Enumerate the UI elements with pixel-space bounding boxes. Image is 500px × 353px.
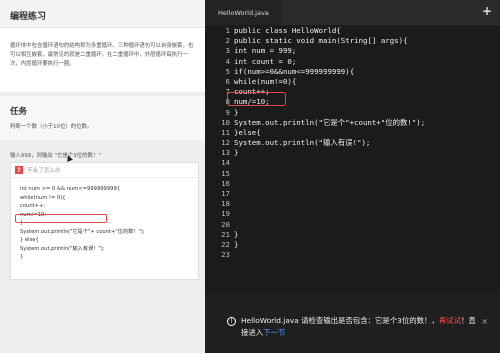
code-lines[interactable]: public class HelloWorld{public static vo… (234, 26, 425, 260)
hint-line: } else{ (20, 237, 39, 243)
line-number: 16 (221, 178, 230, 188)
code-line: if(num>=0&&num<=999999999){ (234, 66, 355, 76)
hint-line: } (20, 254, 24, 260)
task-section: 任务 判断一个数（小于10位）的位数。 输入999，则输出 “它是个3位的数！”… (0, 92, 205, 353)
code-line: public class HelloWorld{ (234, 26, 341, 35)
line-number: 3 (225, 46, 230, 56)
tab-helloworld-java[interactable]: HelloWorld.java (205, 0, 281, 25)
line-number: 11 (221, 127, 230, 137)
line-number: 9 (225, 107, 230, 117)
hint-line: while(num != 0){ (20, 194, 66, 201)
line-number: 19 (221, 209, 230, 219)
code-line: } (234, 239, 239, 249)
lesson-section: 编程练习 循环体中包含循环语句的结构称为多重循环。三种循环语句可以自身嵌套，也可… (0, 0, 205, 92)
hint-line: System.out.println("它是个"+ count+"位的数！"); (20, 228, 145, 235)
message-main: HelloWorld.java 请检查输出是否包含：它是个3位的数！， (241, 316, 439, 325)
line-number: 2 (225, 36, 230, 46)
code-line: System.out.println("它是个"+count+"位的数!"); (234, 117, 426, 127)
task-example: 输入999，则输出 “它是个3位的数！” (10, 153, 102, 159)
code-line: public static void main(String[] args){ (234, 36, 408, 46)
hint-header[interactable]: ? 不会了怎么办 (11, 163, 198, 178)
hint-line: int num >= 0 && num<=999999999{ (20, 186, 121, 192)
line-number-gutter: 1 2 3 4 5 6 7 8 9 10 11 12 13 14 15 16 17 18 19 20 21 22 23 (205, 26, 230, 260)
line-number: 13 (221, 148, 230, 158)
lesson-title: 编程练习 (0, 0, 205, 28)
error-highlight-box (227, 92, 286, 106)
line-number: 4 (225, 56, 230, 66)
line-number: 15 (221, 168, 230, 178)
add-file-icon[interactable]: + (482, 5, 492, 17)
line-number: 22 (221, 239, 230, 249)
lesson-text: 循环体中包含循环语句的结构称为多重循环。三种循环语句可以自身嵌套，也可以相互嵌套… (10, 43, 194, 67)
question-icon: ? (15, 166, 23, 174)
lesson-panel: 编程练习 循环体中包含循环语句的结构称为多重循环。三种循环语句可以自身嵌套，也可… (0, 0, 205, 353)
code-line: } (234, 229, 239, 239)
next-section-link[interactable]: 下一节 (263, 328, 285, 337)
line-number: 6 (225, 76, 230, 86)
message-bar: ! HelloWorld.java 请检查输出是否包含：它是个3位的数！，再试试… (205, 293, 500, 353)
line-number: 20 (221, 219, 230, 229)
close-icon[interactable]: × (481, 317, 488, 326)
line-number: 5 (225, 66, 230, 76)
retry-link[interactable]: 再试试 (439, 316, 461, 325)
hint-line: System.out.println("输入有误！"); (20, 245, 105, 252)
message-text: HelloWorld.java 请检查输出是否包含：它是个3位的数！，再试试！直… (241, 315, 481, 339)
line-number: 12 (221, 138, 230, 148)
line-number: 21 (221, 229, 230, 239)
line-number: 17 (221, 189, 230, 198)
line-number: 18 (221, 199, 230, 209)
code-line: System.out.println("输入有误!"); (234, 138, 371, 148)
code-line: } (234, 107, 239, 117)
line-number: 23 (221, 250, 230, 260)
line-number: 14 (221, 158, 230, 168)
hint-highlight-box (15, 214, 107, 223)
task-description: 判断一个数（小于10位）的位数。 (0, 122, 205, 140)
code-line: int count = 0; (234, 56, 297, 66)
hint-card: ? 不会了怎么办 int num >= 0 && num<=999999999{… (10, 162, 199, 280)
code-line: }else{ (234, 127, 261, 137)
info-icon: ! (227, 317, 236, 326)
code-line: while(num!=0){ (234, 76, 297, 86)
code-line: int num = 999; (234, 46, 297, 56)
code-area[interactable]: 1 2 3 4 5 6 7 8 9 10 11 12 13 14 15 16 17 18 19 20 21 22 23 pu… (205, 25, 500, 293)
code-editor: HelloWorld.java + 1 2 3 4 5 6 7 8 9 10 11 12 13 14 15 1… (205, 0, 500, 353)
code-line: } (234, 148, 239, 158)
hint-title: 不会了怎么办 (27, 168, 61, 174)
line-number: 10 (221, 117, 230, 127)
editor-tabbar: HelloWorld.java + (205, 0, 500, 25)
line-number: 1 (225, 26, 230, 35)
hint-line: count++; (20, 203, 46, 209)
